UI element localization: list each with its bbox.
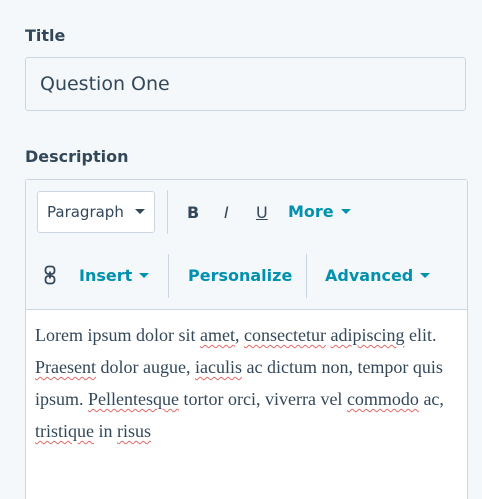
title-label: Title (25, 26, 66, 45)
more-menu-button[interactable]: More (288, 202, 351, 221)
underline-button[interactable]: U (256, 203, 268, 222)
editor-toolbar: Paragraph B I U More Insert Personalize (26, 180, 467, 310)
content-text: Lorem ipsum dolor sit (35, 325, 200, 345)
paragraph-style-select[interactable]: Paragraph (37, 191, 155, 233)
advanced-label: Advanced (325, 266, 414, 285)
misspelled-word: risus (117, 421, 152, 441)
content-text: dolor augue, (95, 357, 195, 377)
more-label: More (288, 202, 334, 221)
toolbar-divider (306, 254, 307, 298)
toolbar-divider (167, 190, 168, 234)
chevron-down-icon (420, 273, 431, 278)
toolbar-divider (168, 254, 169, 298)
bold-button[interactable]: B (187, 203, 199, 222)
rich-text-editor[interactable]: Paragraph B I U More Insert Personalize (25, 179, 468, 499)
chevron-down-icon (139, 273, 150, 278)
misspelled-word: iaculis (194, 357, 242, 377)
misspelled-word: commodo (346, 389, 419, 409)
content-text: elit. (404, 325, 437, 345)
personalize-label: Personalize (188, 266, 293, 285)
insert-menu-button[interactable]: Insert (79, 266, 150, 285)
chevron-down-icon (135, 209, 145, 214)
misspelled-word: Pellentesque (88, 389, 179, 409)
title-input[interactable]: Question One (25, 57, 466, 111)
misspelled-word: adipiscing (330, 325, 405, 345)
content-text: ac, (418, 389, 444, 409)
italic-button[interactable]: I (224, 203, 229, 222)
description-label: Description (25, 147, 129, 166)
content-text: , (234, 325, 244, 345)
misspelled-word: consectetur (243, 325, 326, 345)
editor-content[interactable]: Lorem ipsum dolor sit amet, consectetur … (35, 319, 460, 447)
misspelled-word: amet (200, 325, 235, 345)
chevron-down-icon (340, 209, 351, 214)
link-icon[interactable] (44, 265, 56, 290)
advanced-menu-button[interactable]: Advanced (325, 266, 431, 285)
paragraph-style-value: Paragraph (47, 203, 124, 221)
content-text: tortor orci, viverra vel (179, 389, 347, 409)
personalize-button[interactable]: Personalize (188, 266, 292, 285)
misspelled-word: Praesent (35, 357, 96, 377)
content-text: in (94, 421, 118, 441)
insert-label: Insert (79, 266, 133, 285)
misspelled-word: tristique (35, 421, 94, 441)
title-input-value: Question One (40, 73, 170, 95)
